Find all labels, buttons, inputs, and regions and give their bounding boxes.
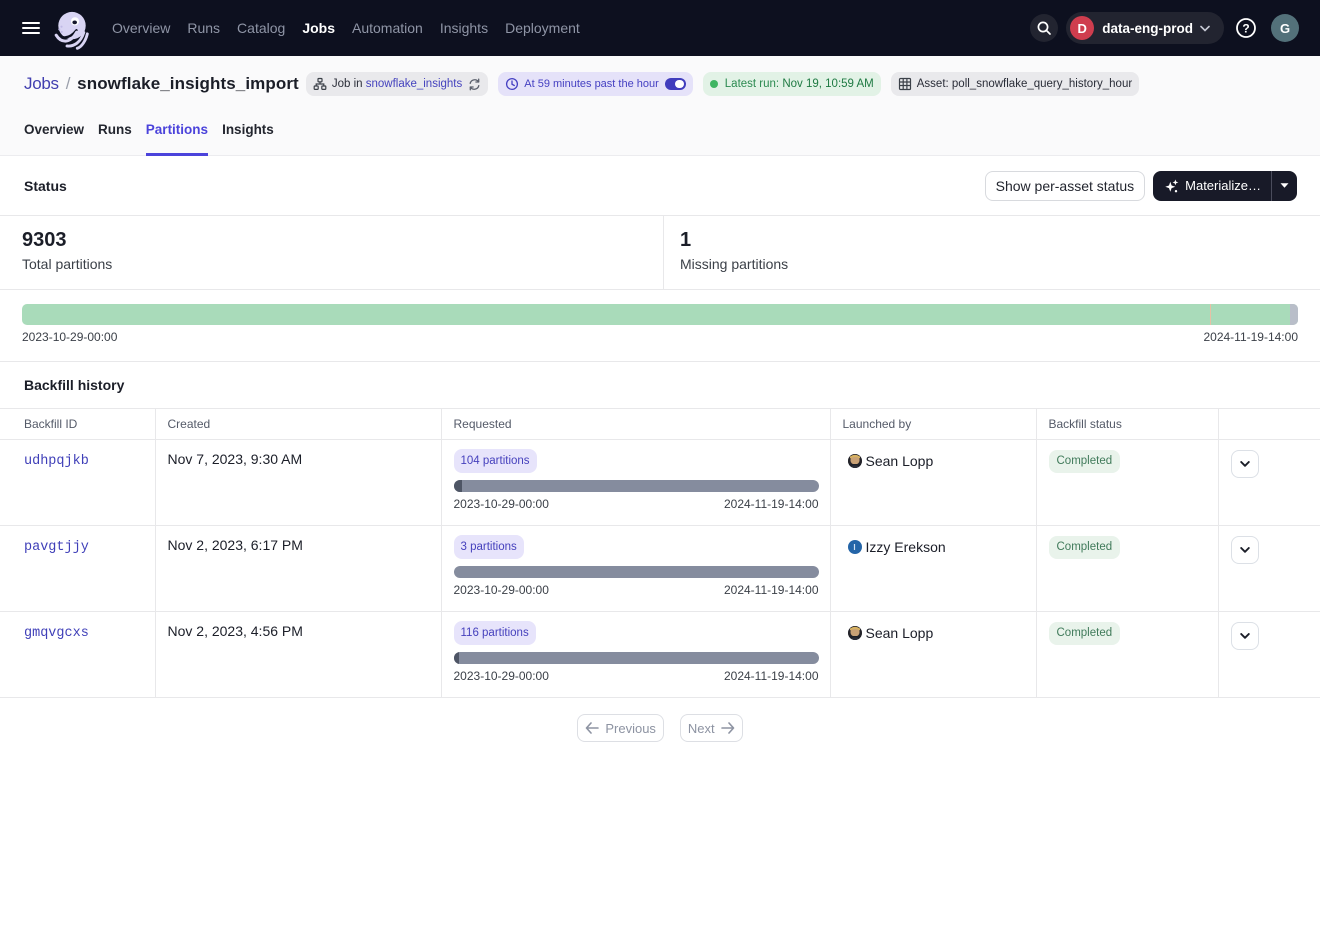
svg-text:?: ? <box>1242 21 1249 35</box>
